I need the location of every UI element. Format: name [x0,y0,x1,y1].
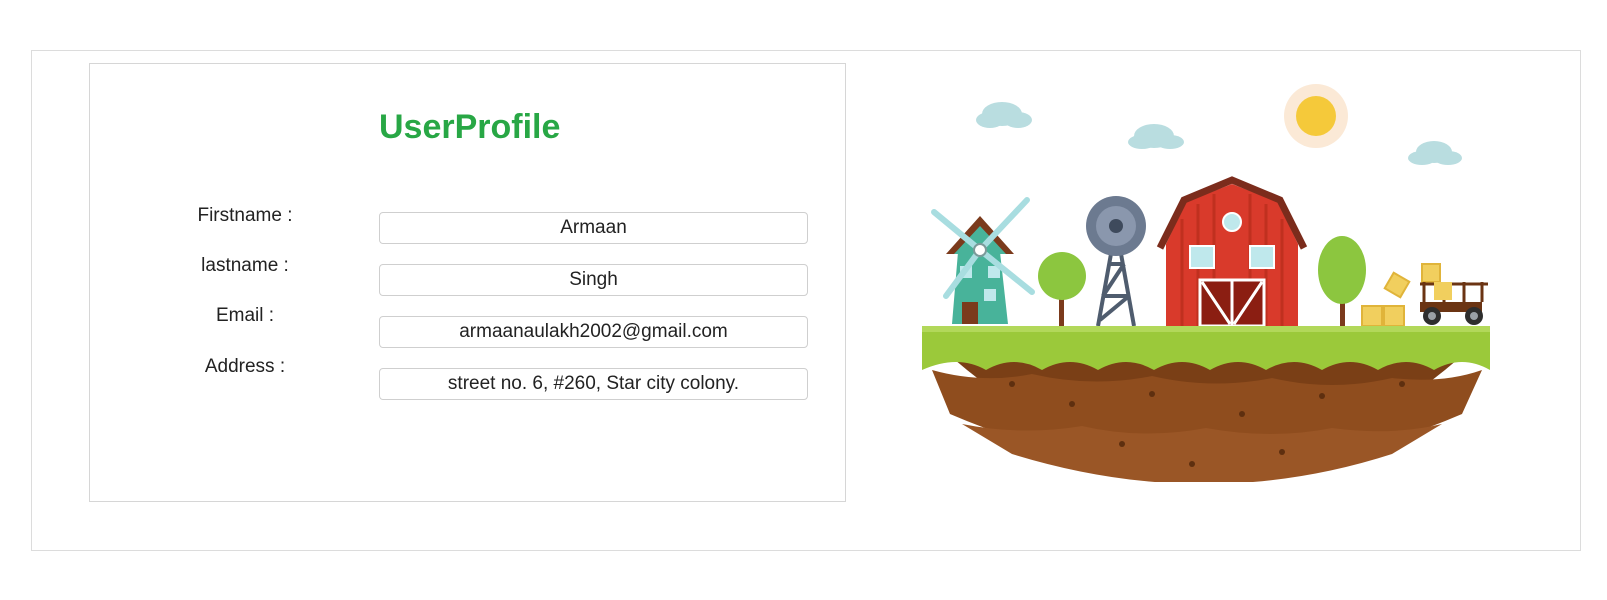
lastname-label: lastname : [201,255,289,276]
firstname-field[interactable]: Armaan [379,212,808,244]
email-label: Email : [215,305,275,326]
page-title: UserProfile [379,108,561,146]
email-field[interactable]: armaanaulakh2002@gmail.com [379,316,808,348]
barn-icon [1156,176,1308,328]
address-label: Address : [204,356,286,377]
lastname-field[interactable]: Singh [379,264,808,296]
farm-illustration [922,84,1490,482]
user-profile-card: UserProfile Firstname : Armaan lastname … [89,63,846,502]
sun-icon [1284,84,1348,148]
address-field[interactable]: street no. 6, #260, Star city colony. [379,368,808,400]
firstname-label: Firstname : [197,205,293,226]
